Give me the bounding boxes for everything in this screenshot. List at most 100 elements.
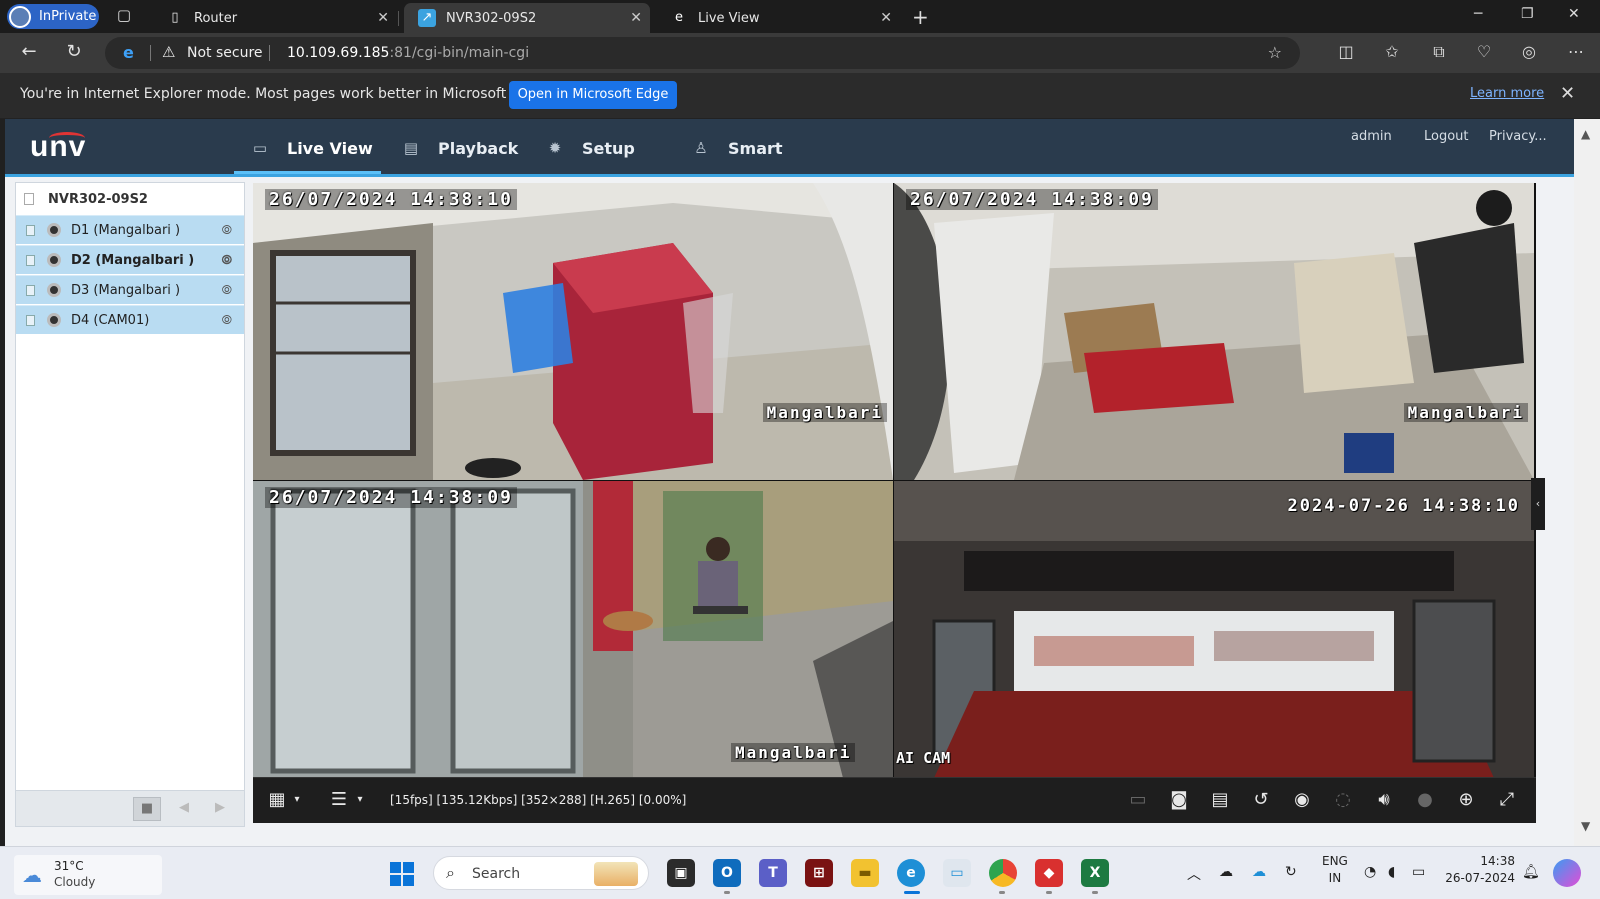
channel-d3[interactable]: D3 (Mangalbari ) ⦾ (16, 275, 244, 304)
restore-icon[interactable]: ❐ (1521, 6, 1534, 22)
file-explorer-icon[interactable]: ▬ (851, 859, 879, 887)
channel-d4[interactable]: D4 (CAM01) ⦾ (16, 305, 244, 334)
video-tile-4[interactable]: 2024-07-26 14:38:10 AI CAM (894, 481, 1534, 778)
chrome-icon[interactable] (989, 859, 1017, 887)
privacy-link[interactable]: Privacy... (1489, 129, 1547, 144)
remote-desktop-icon[interactable]: ▭ (943, 859, 971, 887)
weather-widget[interactable]: ☁ 31°C Cloudy (14, 855, 162, 895)
tab-live-view[interactable]: e Live View ✕ (656, 3, 900, 33)
video-tile-1[interactable]: 26/07/2024 14:38:10 Mangalbari (253, 183, 893, 480)
minimize-icon[interactable]: ─ (1474, 6, 1482, 22)
url-text[interactable]: 10.109.69.185:81/cgi-bin/main-cgi (287, 45, 529, 61)
security-label[interactable]: Not secure (187, 45, 263, 61)
close-tab-icon[interactable]: ✕ (880, 10, 892, 26)
edge-icon[interactable]: e (897, 859, 925, 887)
tab-nvr[interactable]: ↗ NVR302-09S2 ✕ (404, 3, 650, 33)
page-scrollbar[interactable]: ▲ ▼ (1574, 119, 1600, 846)
excel-icon[interactable]: X (1081, 859, 1109, 887)
learn-more-link[interactable]: Learn more (1470, 86, 1544, 101)
sync-icon[interactable]: ↻ (1285, 864, 1297, 880)
open-in-edge-button[interactable]: Open in Microsoft Edge (509, 81, 677, 109)
talk-icon[interactable]: ● (1412, 789, 1438, 810)
anydesk-icon[interactable]: ◆ (1035, 859, 1063, 887)
channel-checkbox[interactable] (26, 224, 35, 236)
tally-app-icon[interactable]: ⊞ (805, 859, 833, 887)
system-clock[interactable]: 14:38 26-07-2024 (1435, 853, 1515, 887)
stop-all-icon[interactable]: ■ (133, 797, 161, 821)
digital-zoom-icon[interactable]: ◌ (1330, 789, 1356, 810)
tab-actions-icon[interactable]: ▢ (113, 6, 135, 28)
inprivate-badge[interactable]: InPrivate (7, 4, 99, 29)
nav-smart[interactable]: ♙ Smart (692, 135, 782, 161)
3d-zoom-icon[interactable]: ⊕ (1453, 789, 1479, 810)
infobar-message: You're in Internet Explorer mode. Most p… (20, 86, 551, 102)
channel-checkbox[interactable] (26, 314, 35, 326)
nav-live-view[interactable]: ▭ Live View (251, 135, 373, 161)
notification-bell-icon[interactable]: 🔔︎ (1522, 864, 1540, 880)
ptz-icon[interactable]: ◉ (1289, 789, 1315, 810)
chevron-up-icon[interactable]: ︿ (1187, 864, 1201, 884)
copilot-icon[interactable]: ◎ (1518, 42, 1540, 61)
nvr-device-icon (24, 193, 34, 205)
chevron-down-icon[interactable]: ▾ (347, 794, 373, 805)
split-screen-icon[interactable]: ◫ (1335, 42, 1357, 61)
wifi-icon[interactable]: ◔ (1364, 864, 1376, 880)
battery-icon[interactable]: ▭ (1412, 864, 1425, 880)
video-tile-2[interactable]: 26/07/2024 14:38:09 Mangalbari (894, 183, 1534, 480)
instant-playback-icon[interactable]: ↺ (1248, 789, 1274, 810)
scroll-up-icon[interactable]: ▲ (1581, 127, 1590, 141)
teams-icon[interactable]: T (759, 859, 787, 887)
nav-playback[interactable]: ▤ Playback (402, 135, 518, 161)
record-clip-icon[interactable]: ▤ (1207, 789, 1233, 810)
onedrive-business-icon[interactable]: ☁ (1252, 864, 1266, 880)
tab-router[interactable]: ▯ Router ✕ (152, 3, 399, 33)
image-adjust-icon[interactable]: ▭ (1125, 789, 1151, 810)
browser-essentials-icon[interactable]: ♡ (1473, 42, 1495, 61)
close-window-icon[interactable]: ✕ (1568, 6, 1580, 22)
channel-d2[interactable]: D2 (Mangalbari ) ⦾ (16, 245, 244, 274)
next-page-icon[interactable]: ▶ (206, 797, 234, 821)
language-indicator[interactable]: ENG IN (1322, 853, 1348, 887)
close-tab-icon[interactable]: ✕ (377, 10, 389, 26)
onedrive-icon[interactable]: ☁ (1219, 864, 1233, 880)
live-control-bar: ▦ ▾ ☰ ▾ [15fps] [135.12Kbps] [352×288] [… (253, 777, 1536, 823)
start-icon[interactable] (390, 862, 414, 886)
channel-checkbox[interactable] (26, 284, 35, 296)
channel-d1[interactable]: D1 (Mangalbari ) ⦾ (16, 215, 244, 244)
ie-mode-icon[interactable]: e (123, 43, 134, 62)
chevron-down-icon[interactable]: ▾ (284, 794, 310, 805)
fullscreen-icon[interactable]: ⤢ (1494, 789, 1520, 810)
more-menu-icon[interactable]: ⋯ (1565, 42, 1587, 61)
close-tab-icon[interactable]: ✕ (630, 10, 642, 26)
previous-page-icon[interactable]: ◀ (170, 797, 198, 821)
favorite-star-icon[interactable]: ☆ (1268, 43, 1282, 62)
tab-title: NVR302-09S2 (446, 10, 537, 26)
snapshot-icon[interactable]: ◙ (1166, 789, 1192, 810)
record-status-icon[interactable]: ⦾ (222, 253, 232, 268)
scroll-down-icon[interactable]: ▼ (1581, 819, 1590, 833)
record-status-icon[interactable]: ⦾ (222, 283, 232, 298)
collapse-panel-icon[interactable]: ‹ (1531, 478, 1545, 530)
record-status-icon[interactable]: ⦾ (222, 313, 232, 328)
collections-icon[interactable]: ⧉ (1428, 42, 1450, 62)
url-field[interactable]: e ⚠ Not secure 10.109.69.185:81/cgi-bin/… (105, 37, 1300, 69)
refresh-icon[interactable]: ↻ (62, 41, 86, 62)
task-view-icon[interactable]: ▣ (667, 859, 695, 887)
logout-link[interactable]: Logout (1424, 129, 1469, 144)
video-tile-3[interactable]: 26/07/2024 14:38:09 Mangalbari (253, 481, 893, 778)
speaker-icon[interactable]: ◖ (1388, 864, 1395, 880)
copilot-taskbar-icon[interactable] (1553, 859, 1581, 887)
nav-setup[interactable]: ✹ Setup (546, 135, 635, 161)
taskbar-search[interactable]: ⌕ Search (433, 856, 649, 890)
tree-root-nvr[interactable]: NVR302-09S2 (16, 183, 244, 215)
username-label[interactable]: admin (1351, 129, 1392, 144)
close-infobar-icon[interactable]: ✕ (1560, 83, 1575, 104)
warning-icon[interactable]: ⚠ (162, 43, 175, 61)
outlook-icon[interactable]: O (713, 859, 741, 887)
volume-icon[interactable]: 🔊︎ (1371, 789, 1397, 810)
channel-checkbox[interactable] (26, 254, 35, 266)
back-icon[interactable]: ← (17, 41, 41, 62)
record-status-icon[interactable]: ⦾ (222, 223, 232, 238)
new-tab-icon[interactable]: + (912, 5, 929, 29)
favorites-icon[interactable]: ✩ (1381, 42, 1403, 61)
